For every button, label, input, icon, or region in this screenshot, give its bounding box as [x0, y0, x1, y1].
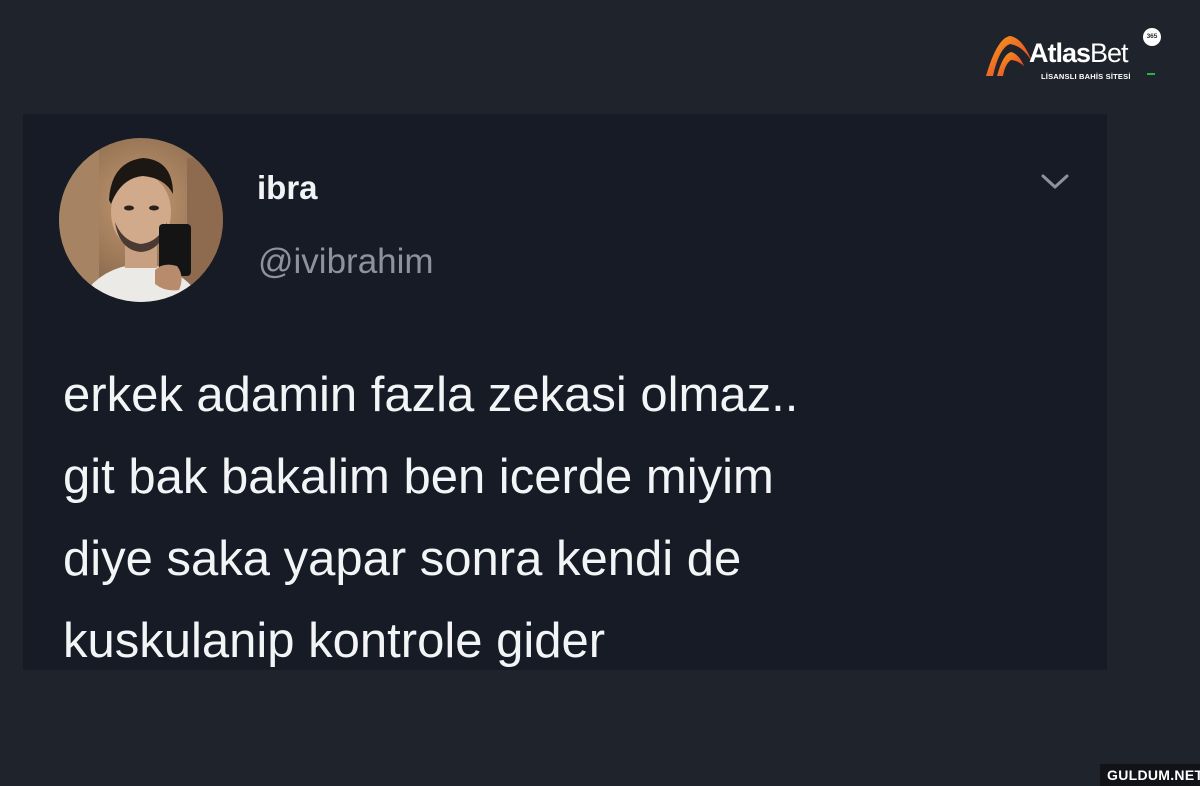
- brand-logo[interactable]: AtlasBet 365 LİSANSLI BAHİS SİTESİ: [983, 28, 1168, 90]
- profile-photo: [59, 138, 223, 302]
- user-handle[interactable]: @ivibrahim: [258, 242, 434, 282]
- flag-icon: [1147, 73, 1155, 75]
- brand-tagline: LİSANSLI BAHİS SİTESİ: [1041, 72, 1131, 81]
- tweet-text: erkek adamin fazla zekasi olmaz.. git ba…: [63, 354, 1093, 682]
- avatar[interactable]: [59, 138, 223, 302]
- chevron-down-icon[interactable]: [1035, 166, 1075, 196]
- display-name[interactable]: ibra: [257, 169, 318, 207]
- tweet-line: kuskulanip kontrole gider: [63, 614, 606, 668]
- brand-365-badge: 365: [1143, 28, 1161, 46]
- brand-name: AtlasBet: [1029, 38, 1129, 68]
- tweet-line: git bak bakalim ben icerde miyim: [63, 450, 774, 504]
- tweet-line: erkek adamin fazla zekasi olmaz..: [63, 368, 799, 422]
- page: AtlasBet 365 LİSANSLI BAHİS SİTESİ ibra …: [0, 0, 1200, 786]
- tweet-card: ibra @ivibrahim erkek adamin fazla zekas…: [23, 114, 1107, 670]
- atlasbet-logo-icon: [986, 36, 1032, 76]
- tweet-line: diye saka yapar sonra kendi de: [63, 532, 742, 586]
- site-watermark: GULDUM.NET: [1100, 764, 1200, 786]
